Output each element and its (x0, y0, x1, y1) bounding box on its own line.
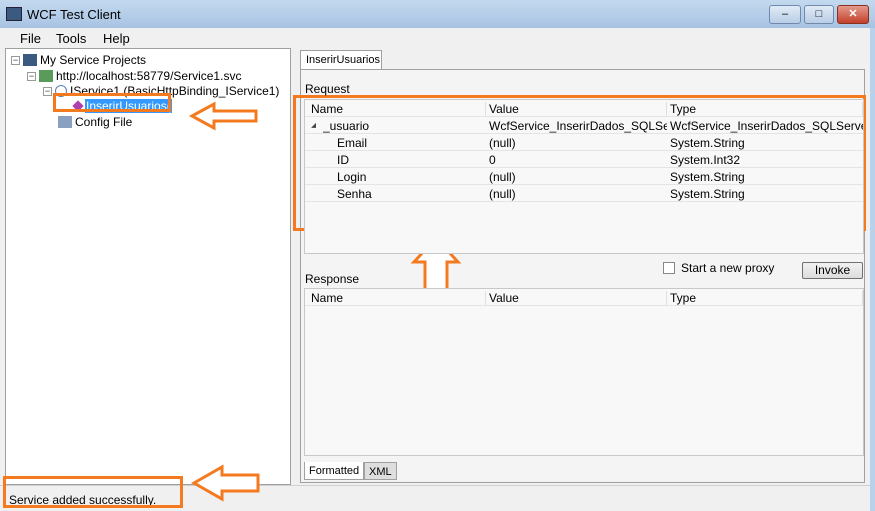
tab-inserir-usuarios[interactable]: InserirUsuarios (300, 50, 382, 69)
row-type: System.String (670, 187, 745, 201)
title-bar: WCF Test Client – □ ✕ (0, 0, 875, 28)
row-name: _usuario (323, 119, 370, 133)
annotation-arrow-left-icon (190, 464, 260, 502)
row-name: Email (337, 136, 368, 150)
request-row[interactable]: Email (null) System.String (305, 134, 863, 151)
menu-help[interactable]: Help (103, 31, 130, 46)
new-proxy-label: Start a new proxy (681, 261, 775, 275)
request-row[interactable]: Senha (null) System.String (305, 185, 863, 202)
row-type: System.String (670, 170, 745, 184)
tree-config-label: Config File (75, 115, 133, 129)
app-icon (6, 7, 22, 21)
tree-root[interactable]: − My Service Projects (11, 53, 146, 67)
column-type[interactable]: Type (670, 291, 863, 305)
tree-root-label: My Service Projects (40, 53, 147, 67)
maximize-button[interactable]: □ (804, 5, 834, 24)
config-icon (58, 116, 72, 128)
response-header: Name Value Type (305, 289, 863, 306)
request-row[interactable]: _usuario WcfService_InserirDados_SQLServe… (305, 117, 863, 134)
row-type: WcfService_InserirDados_SQLServer (670, 119, 863, 133)
request-row[interactable]: Login (null) System.String (305, 168, 863, 185)
row-value[interactable]: (null) (489, 136, 667, 150)
close-button[interactable]: ✕ (837, 5, 869, 24)
row-value[interactable]: (null) (489, 187, 667, 201)
row-value[interactable]: (null) (489, 170, 667, 184)
tree-service-label: http://localhost:58779/Service1.svc (56, 69, 242, 83)
collapse-icon[interactable]: − (27, 71, 36, 81)
tab-formatted[interactable]: Formatted (304, 462, 365, 480)
minimize-button[interactable]: – (769, 5, 801, 24)
row-type: System.Int32 (670, 153, 741, 167)
operation-panel: InserirUsuarios Request Name Value Type … (295, 48, 870, 485)
collapse-icon[interactable]: − (11, 55, 20, 65)
row-value[interactable]: WcfService_InserirDados_SQLServer (489, 119, 667, 133)
response-grid: Name Value Type (304, 288, 864, 456)
annotation-box-operation (53, 93, 171, 112)
expand-icon[interactable]: ◢ (311, 121, 316, 129)
response-label: Response (305, 272, 360, 286)
menu-tools[interactable]: Tools (56, 31, 86, 46)
column-name[interactable]: Name (311, 102, 486, 116)
menu-bar: File Tools Help (0, 28, 870, 48)
row-name: Login (337, 170, 367, 184)
column-value[interactable]: Value (489, 291, 667, 305)
tree-service[interactable]: − http://localhost:58779/Service1.svc (27, 69, 241, 83)
column-type[interactable]: Type (670, 102, 863, 116)
request-header: Name Value Type (305, 100, 863, 117)
tab-xml[interactable]: XML (364, 462, 397, 480)
new-proxy-checkbox[interactable] (663, 262, 675, 274)
tree-config-file[interactable]: Config File (58, 115, 132, 129)
column-value[interactable]: Value (489, 102, 667, 116)
row-name: ID (337, 153, 349, 167)
tab-content: Request Name Value Type _usuario WcfServi… (300, 69, 865, 483)
row-value[interactable]: 0 (489, 153, 667, 167)
row-type: System.String (670, 136, 745, 150)
menu-file[interactable]: File (20, 31, 41, 46)
request-grid: Name Value Type _usuario WcfService_Inser… (304, 99, 864, 254)
invoke-button[interactable]: Invoke (802, 262, 863, 279)
window-title: WCF Test Client (27, 7, 121, 22)
annotation-arrow-left-icon (188, 101, 258, 131)
projects-icon (23, 54, 37, 66)
service-icon (39, 70, 53, 82)
annotation-box-status (3, 476, 183, 508)
request-row[interactable]: ID 0 System.Int32 (305, 151, 863, 168)
row-name: Senha (337, 187, 372, 201)
request-label: Request (305, 82, 350, 96)
collapse-icon[interactable]: − (43, 86, 52, 96)
column-name[interactable]: Name (311, 291, 486, 305)
